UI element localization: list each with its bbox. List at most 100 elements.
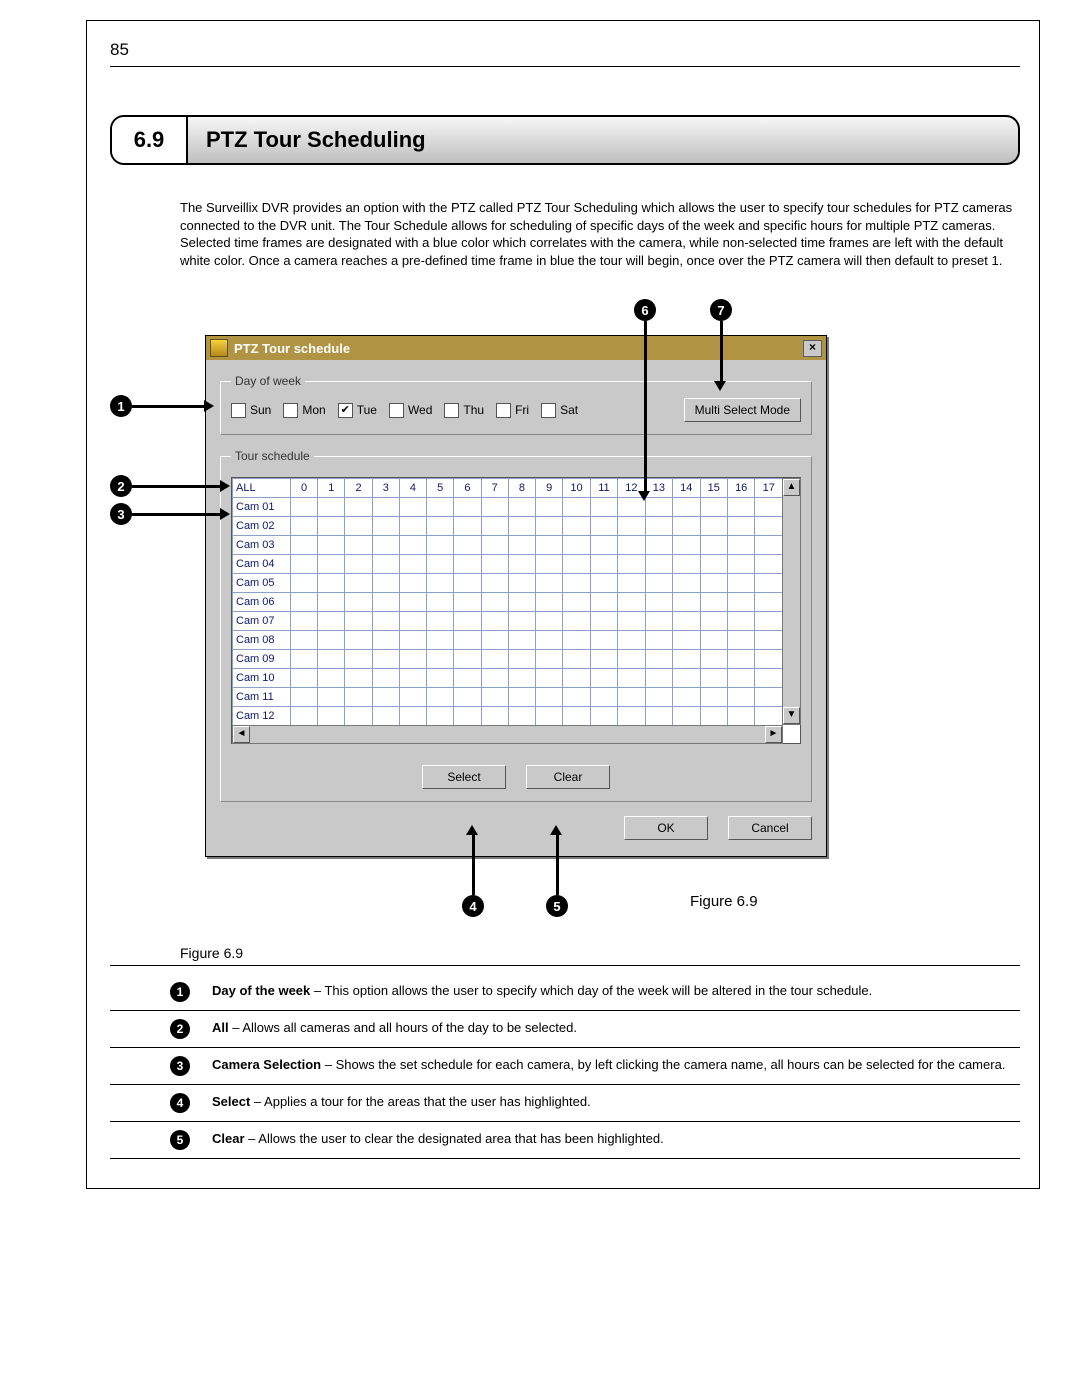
scroll-right-icon[interactable]: ► (765, 726, 782, 743)
table-row: Cam 06 (233, 593, 783, 612)
cam-label[interactable]: Cam 03 (233, 536, 291, 555)
legend-text: Select – Applies a tour for the areas th… (212, 1093, 1020, 1111)
callout-5: 5 (546, 895, 568, 917)
legend-text: Camera Selection – Shows the set schedul… (212, 1056, 1020, 1074)
cam-label[interactable]: Cam 05 (233, 574, 291, 593)
hour-header[interactable]: 7 (481, 479, 508, 498)
day-label: Tue (357, 403, 377, 417)
header-rule (110, 66, 1020, 67)
cam-label[interactable]: Cam 04 (233, 555, 291, 574)
cam-label[interactable]: Cam 01 (233, 498, 291, 517)
table-row: Cam 10 (233, 669, 783, 688)
day-label: Fri (515, 403, 529, 417)
callout-4: 4 (462, 895, 484, 917)
schedule-grid[interactable]: ALL 0 1 2 3 4 5 6 7 8 (232, 478, 783, 726)
legend-text: All – Allows all cameras and all hours o… (212, 1019, 1020, 1037)
scroll-up-icon[interactable]: ▲ (783, 479, 800, 496)
legend-rule (110, 965, 1020, 966)
hour-header[interactable]: 3 (372, 479, 399, 498)
legend-table: 1 Day of the week – This option allows t… (110, 974, 1020, 1159)
legend-row: 2 All – Allows all cameras and all hours… (110, 1011, 1020, 1048)
section-number: 6.9 (112, 117, 188, 163)
callout-6: 6 (634, 299, 656, 321)
legend-num: 4 (170, 1093, 190, 1113)
legend-text: Clear – Allows the user to clear the des… (212, 1130, 1020, 1148)
hour-header[interactable]: 8 (508, 479, 535, 498)
table-row: Cam 04 (233, 555, 783, 574)
select-button[interactable]: Select (422, 765, 506, 789)
cam-label[interactable]: Cam 06 (233, 593, 291, 612)
ok-button[interactable]: OK (624, 816, 708, 840)
cam-label[interactable]: Cam 11 (233, 688, 291, 707)
hour-header[interactable]: 10 (563, 479, 590, 498)
checkbox-mon[interactable]: Mon (283, 403, 325, 418)
legend-num: 1 (170, 982, 190, 1002)
hour-header[interactable]: 2 (345, 479, 372, 498)
figure-caption: Figure 6.9 (180, 945, 1020, 961)
callout-3: 3 (110, 503, 132, 525)
ptz-dialog: PTZ Tour schedule × Day of week Sun Mon … (205, 335, 827, 857)
callout-2: 2 (110, 475, 132, 497)
hour-header[interactable]: 14 (673, 479, 700, 498)
horizontal-scrollbar[interactable]: ◄ ► (232, 725, 783, 744)
table-row: Cam 07 (233, 612, 783, 631)
callout-1: 1 (110, 395, 132, 417)
legend-num: 2 (170, 1019, 190, 1039)
dialog-titlebar: PTZ Tour schedule × (206, 336, 826, 360)
cam-label[interactable]: Cam 08 (233, 631, 291, 650)
page-number: 85 (110, 40, 1020, 60)
section-title: PTZ Tour Scheduling (188, 117, 1018, 163)
legend-row: 1 Day of the week – This option allows t… (110, 974, 1020, 1011)
table-row: Cam 03 (233, 536, 783, 555)
table-row: Cam 11 (233, 688, 783, 707)
checkbox-sun[interactable]: Sun (231, 403, 271, 418)
tour-schedule-group: Tour schedule ALL 0 1 2 3 4 (220, 449, 812, 802)
legend-row: 5 Clear – Allows the user to clear the d… (110, 1122, 1020, 1159)
scroll-down-icon[interactable]: ▼ (783, 707, 800, 724)
legend-text: Day of the week – This option allows the… (212, 982, 1020, 1000)
cam-label[interactable]: Cam 02 (233, 517, 291, 536)
legend-num: 5 (170, 1130, 190, 1150)
day-legend: Day of week (231, 374, 305, 388)
checkbox-tue[interactable]: ✔Tue (338, 403, 377, 418)
hour-header[interactable]: 1 (318, 479, 345, 498)
hour-header[interactable]: 17 (755, 479, 783, 498)
vertical-scrollbar[interactable]: ▲ ▼ (782, 478, 801, 725)
checkbox-sat[interactable]: Sat (541, 403, 578, 418)
screenshot-area: 6 7 1 2 3 PTZ Tour schedule × Day of wee (110, 295, 1020, 935)
hour-header[interactable]: 16 (727, 479, 754, 498)
clear-button[interactable]: Clear (526, 765, 610, 789)
cancel-button[interactable]: Cancel (728, 816, 812, 840)
hour-header[interactable]: 6 (454, 479, 481, 498)
figure-caption-right: Figure 6.9 (690, 893, 758, 910)
schedule-legend: Tour schedule (231, 449, 314, 463)
all-header[interactable]: ALL (233, 479, 291, 498)
close-icon[interactable]: × (803, 340, 822, 357)
table-row: Cam 02 (233, 517, 783, 536)
hour-header[interactable]: 11 (590, 479, 617, 498)
cam-label[interactable]: Cam 07 (233, 612, 291, 631)
day-label: Wed (408, 403, 432, 417)
legend-row: 3 Camera Selection – Shows the set sched… (110, 1048, 1020, 1085)
table-row: Cam 01 (233, 498, 783, 517)
multi-select-button[interactable]: Multi Select Mode (684, 398, 801, 422)
hour-header[interactable]: 0 (290, 479, 317, 498)
checkbox-fri[interactable]: Fri (496, 403, 529, 418)
cam-label[interactable]: Cam 12 (233, 707, 291, 726)
app-icon (210, 339, 228, 357)
checkbox-thu[interactable]: Thu (444, 403, 484, 418)
legend-row: 4 Select – Applies a tour for the areas … (110, 1085, 1020, 1122)
hour-header[interactable]: 4 (399, 479, 426, 498)
day-label: Mon (302, 403, 325, 417)
table-row: Cam 05 (233, 574, 783, 593)
hour-header[interactable]: 9 (536, 479, 563, 498)
hour-header[interactable]: 15 (700, 479, 727, 498)
section-banner: 6.9 PTZ Tour Scheduling (110, 115, 1020, 165)
hour-header[interactable]: 5 (427, 479, 454, 498)
legend-num: 3 (170, 1056, 190, 1076)
callout-7: 7 (710, 299, 732, 321)
cam-label[interactable]: Cam 09 (233, 650, 291, 669)
checkbox-wed[interactable]: Wed (389, 403, 432, 418)
scroll-left-icon[interactable]: ◄ (233, 726, 250, 743)
cam-label[interactable]: Cam 10 (233, 669, 291, 688)
